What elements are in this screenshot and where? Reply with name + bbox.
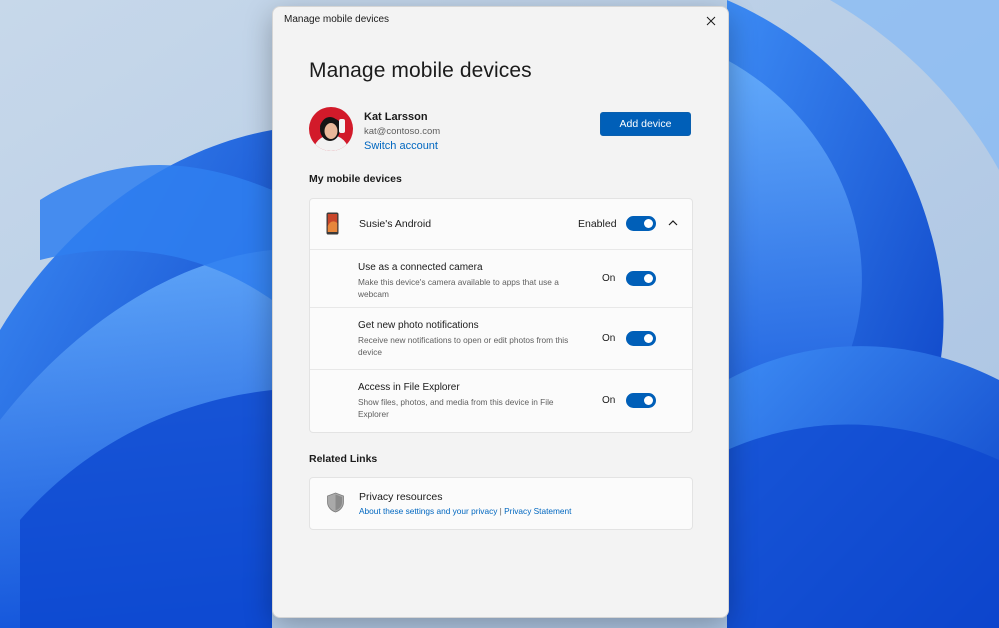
close-button[interactable] [700,11,722,31]
page-title: Manage mobile devices [309,59,532,82]
setting-state: On [602,273,616,284]
phone-icon [326,212,339,235]
device-status: Enabled [578,218,617,230]
setting-description: Make this device's camera available to a… [358,277,559,299]
chevron-up-icon[interactable] [667,218,679,228]
toggle-knob [644,334,653,343]
account-email: kat@contoso.com [364,126,441,137]
setting-state: On [602,333,616,344]
window-title: Manage mobile devices [284,14,390,25]
setting-description: Show files, photos, and media from this … [358,397,554,419]
device-header-row[interactable]: Susie's Android Enabled [310,199,692,249]
file-explorer-toggle[interactable] [626,393,656,408]
shield-icon [327,492,344,513]
toggle-knob [644,396,653,405]
setting-title: Get new photo notifications [358,320,479,331]
photo-notifications-toggle[interactable] [626,331,656,346]
close-icon [706,16,716,26]
avatar [309,107,353,151]
toggle-knob [644,219,653,228]
privacy-links: About these settings and your privacy | … [359,506,571,516]
related-links-heading: Related Links [309,453,378,465]
setting-row-file-explorer: Access in File Explorer Show files, phot… [310,369,692,432]
device-card: Susie's Android Enabled Use as a connect… [309,198,693,433]
device-name: Susie's Android [359,218,432,230]
account-name: Kat Larsson [364,111,428,123]
my-devices-heading: My mobile devices [309,173,402,185]
camera-toggle[interactable] [626,271,656,286]
privacy-resources-title: Privacy resources [359,491,443,503]
add-device-button[interactable]: Add device [600,112,691,136]
setting-row-photo-notifications: Get new photo notifications Receive new … [310,307,692,370]
privacy-settings-link[interactable]: About these settings and your privacy [359,506,497,516]
toggle-knob [644,274,653,283]
manage-devices-window: Manage mobile devices Manage mobile devi… [272,6,729,618]
setting-title: Use as a connected camera [358,262,483,273]
setting-row-camera: Use as a connected camera Make this devi… [310,249,692,308]
title-bar: Manage mobile devices [273,7,728,35]
setting-title: Access in File Explorer [358,382,460,393]
device-enabled-toggle[interactable] [626,216,656,231]
privacy-resources-card: Privacy resources About these settings a… [309,477,693,530]
privacy-statement-link[interactable]: Privacy Statement [504,506,571,516]
setting-description: Receive new notifications to open or edi… [358,335,569,357]
switch-account-link[interactable]: Switch account [364,140,438,152]
setting-state: On [602,395,616,406]
